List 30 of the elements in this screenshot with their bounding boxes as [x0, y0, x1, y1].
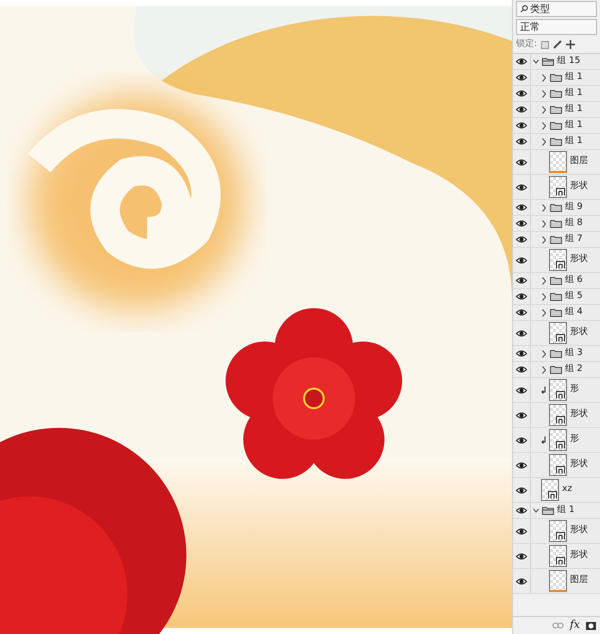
layer-name[interactable]: 组 1 — [565, 134, 583, 148]
fx-button[interactable]: fx — [570, 617, 580, 634]
filter-dropdown[interactable]: 类型 — [516, 1, 597, 17]
layer-name[interactable]: 组 8 — [565, 216, 583, 230]
layer-name[interactable]: 形状 — [570, 524, 588, 538]
layer-name[interactable]: 组 6 — [565, 274, 583, 288]
layer-name[interactable]: 形状 — [570, 180, 588, 194]
layer-name[interactable]: 形状 — [570, 408, 588, 422]
layer-name[interactable]: 组 5 — [565, 290, 583, 304]
layer-name[interactable]: 组 1 — [565, 86, 583, 100]
layer-name[interactable]: 形状 — [570, 549, 588, 563]
layer-name[interactable]: 形 — [570, 433, 579, 447]
layer-name[interactable]: 形状 — [570, 326, 588, 340]
layer-name[interactable]: 形状 — [570, 253, 588, 267]
layer-name[interactable]: 组 1 — [565, 118, 583, 132]
layer-name[interactable]: 组 9 — [565, 200, 583, 214]
layer-name[interactable]: 组 1 — [557, 504, 575, 518]
layer-name[interactable]: 形 — [570, 383, 579, 397]
layer-name[interactable]: 组 4 — [565, 306, 583, 320]
layer-name[interactable]: 组 2 — [565, 362, 583, 376]
layer-name[interactable]: 组 7 — [565, 232, 583, 246]
layer-name[interactable]: 图层 — [570, 155, 588, 169]
layer-name[interactable]: 形状 — [570, 458, 588, 472]
layer-name[interactable]: xz — [562, 483, 572, 497]
layer-name[interactable]: 图层 — [570, 574, 588, 588]
layer-name[interactable]: 组 3 — [565, 346, 583, 360]
lock-label: 锁定: — [516, 38, 538, 51]
layer-name[interactable]: 组 1 — [565, 70, 583, 84]
blend-mode-dropdown[interactable]: 正常 — [516, 19, 597, 35]
layer-name[interactable]: 组 1 — [565, 102, 583, 116]
